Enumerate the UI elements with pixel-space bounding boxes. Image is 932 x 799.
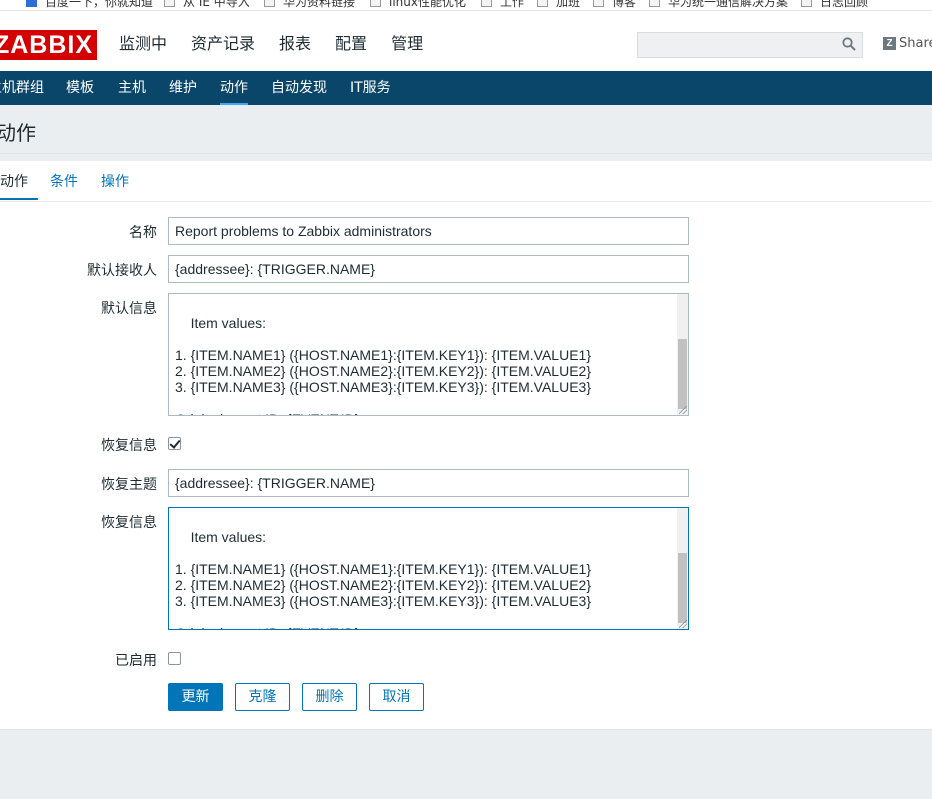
main-menu: 监测中 资产记录 报表 配置 管理 [119,33,447,77]
folder-icon [370,0,381,7]
search-icon[interactable] [842,37,856,51]
bookmarks-bar: 百度一下，你就知道 从 IE 中导入 华为资料链接 linux性能优化 工作 加… [0,0,932,11]
recovery-message-label: 恢复信息 [101,438,157,454]
scrollbar-thumb[interactable] [678,553,687,623]
delete-button[interactable]: 删除 [302,683,357,711]
folder-icon [649,0,660,7]
default-subject-input[interactable]: {addressee}: {TRIGGER.NAME} [168,255,689,283]
folder-icon [537,0,548,7]
recovery-subject-input[interactable]: {addressee}: {TRIGGER.NAME} [168,469,689,497]
subnav-host-groups[interactable]: 主机群组 [0,79,44,97]
folder-icon [801,0,812,7]
scrollbar[interactable] [677,508,688,629]
share-link[interactable]: Z Share [883,36,932,51]
action-form-panel: 动作 条件 操作 名称 Report problems to Zabbix ad… [0,161,932,730]
folder-icon [481,0,492,7]
tab-operations[interactable]: 操作 [101,173,129,191]
search-input[interactable] [637,32,863,58]
menu-monitoring[interactable]: 监测中 [119,33,167,55]
bookmark-item[interactable]: 华为统一通信解决方案 [649,0,788,10]
default-message-label: 默认信息 [101,301,157,317]
resize-grip-icon[interactable] [679,620,687,628]
folder-icon [164,0,175,7]
resize-grip-icon[interactable] [679,406,687,414]
baidu-icon [26,0,37,7]
menu-inventory[interactable]: 资产记录 [191,33,255,55]
subnav-discovery[interactable]: 自动发现 [271,79,327,97]
default-message-text: Item values: 1. {ITEM.NAME1} ({HOST.NAME… [175,315,592,415]
subnav-maintenance[interactable]: 维护 [169,79,197,97]
bookmark-item[interactable]: 百度一下，你就知道 [26,0,153,10]
menu-reports[interactable]: 报表 [279,33,311,55]
enabled-checkbox[interactable] [168,652,181,665]
name-label: 名称 [129,225,157,241]
cancel-button[interactable]: 取消 [369,683,424,711]
sub-navigation: 主机群组 模板 主机 维护 动作 自动发现 IT服务 [0,71,932,106]
enabled-label: 已启用 [115,653,157,669]
bookmark-item[interactable]: 加班 [537,0,580,10]
default-subject-label: 默认接收人 [87,263,157,279]
bookmark-item[interactable]: 华为资料链接 [264,0,355,10]
menu-administration[interactable]: 管理 [391,33,423,55]
share-label: Share [899,36,932,51]
tab-action[interactable]: 动作 [0,173,38,200]
tab-bar: 动作 条件 操作 [0,161,932,202]
menu-configuration[interactable]: 配置 [335,33,367,77]
default-message-textarea[interactable]: Item values: 1. {ITEM.NAME1} ({HOST.NAME… [168,293,689,416]
zabbix-share-icon: Z [883,37,896,50]
recovery-message-text: Item values: 1. {ITEM.NAME1} ({HOST.NAME… [175,529,592,629]
subnav-hosts[interactable]: 主机 [118,79,146,97]
folder-icon [264,0,275,7]
folder-icon [593,0,604,7]
bookmark-item[interactable]: 从 IE 中导入 [164,0,250,10]
page-title: 动作 [0,121,36,145]
scrollbar-thumb[interactable] [678,339,687,409]
recovery-message-checkbox[interactable] [168,437,181,450]
bookmark-item[interactable]: 日志回顾 [801,0,868,10]
bookmark-item[interactable]: 博客 [593,0,636,10]
recovery-body-label: 恢复信息 [101,515,157,531]
recovery-subject-label: 恢复主题 [101,477,157,493]
bookmark-item[interactable]: 工作 [481,0,524,10]
subnav-it-services[interactable]: IT服务 [350,79,391,97]
zabbix-logo[interactable]: ZABBIX [0,30,97,60]
subnav-templates[interactable]: 模板 [66,79,94,97]
tab-conditions[interactable]: 条件 [50,173,78,191]
top-navigation: ZABBIX 监测中 资产记录 报表 配置 管理 Z Share [0,11,932,77]
page-header: 动作 [0,105,932,154]
recovery-message-textarea[interactable]: Item values: 1. {ITEM.NAME1} ({HOST.NAME… [168,507,689,630]
name-input[interactable]: Report problems to Zabbix administrators [168,217,689,245]
subnav-actions[interactable]: 动作 [220,79,248,106]
bookmark-item[interactable]: linux性能优化 [370,0,466,10]
update-button[interactable]: 更新 [168,683,223,711]
scrollbar[interactable] [677,294,688,415]
clone-button[interactable]: 克隆 [235,683,290,711]
